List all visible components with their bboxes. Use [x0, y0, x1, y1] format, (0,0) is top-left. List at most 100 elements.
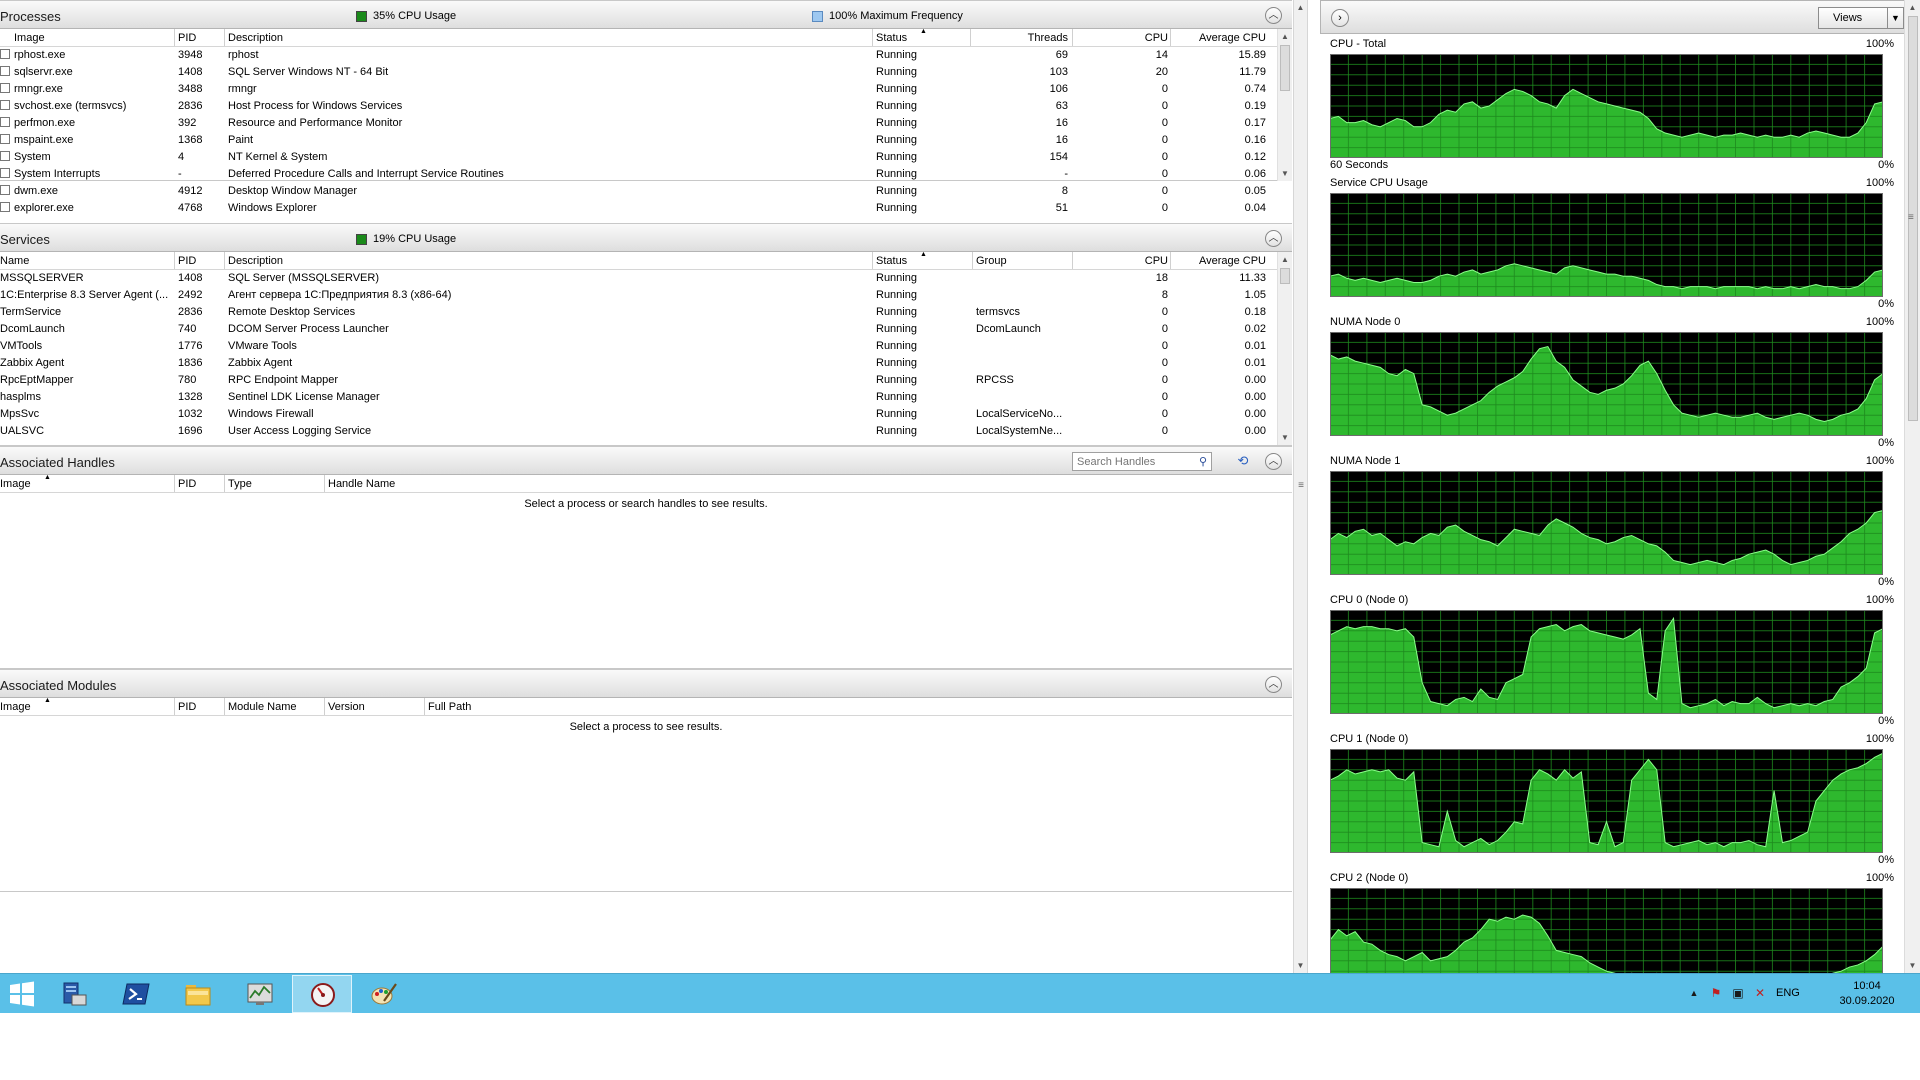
table-row[interactable]: 1C:Enterprise 8.3 Server Agent (... 2492 А…: [0, 287, 1277, 304]
column-separator[interactable]: [872, 252, 873, 269]
modules-col-3[interactable]: Version: [328, 701, 424, 713]
row-checkbox[interactable]: [0, 151, 10, 161]
handles-col-0[interactable]: Image: [0, 478, 170, 490]
processes-header[interactable]: Processes 35% CPU Usage 100% Maximum Fre…: [0, 0, 1292, 29]
left-pane-scrollbar[interactable]: ▲ ≡ ▼: [1293, 0, 1308, 973]
modules-col-1[interactable]: PID: [178, 701, 224, 713]
action-center-icon[interactable]: ⚑: [1708, 985, 1724, 1001]
table-row[interactable]: sqlservr.exe 1408 SQL Server Windows NT - …: [0, 64, 1277, 81]
table-row[interactable]: UALSVC 1696 User Access Logging Service Run…: [0, 423, 1277, 440]
processes-scrollbar[interactable]: ▲ ▼: [1277, 29, 1292, 181]
table-row[interactable]: rmngr.exe 3488 rmngr Running 106 0 0.74: [0, 81, 1277, 98]
services-col-5[interactable]: CPU: [1076, 255, 1168, 267]
column-separator[interactable]: [224, 698, 225, 715]
row-checkbox[interactable]: [0, 185, 10, 195]
processes-scroll-thumb[interactable]: [1280, 45, 1290, 91]
table-row[interactable]: svchost.exe (termsvcs) 2836 Host Process f…: [0, 98, 1277, 115]
processes-col-0[interactable]: Image: [14, 32, 174, 44]
column-separator[interactable]: [424, 698, 425, 715]
collapse-services-icon[interactable]: ︿: [1265, 230, 1282, 247]
services-col-1[interactable]: PID: [178, 255, 224, 267]
taskbar-paint[interactable]: [354, 975, 414, 1013]
scroll-up-icon[interactable]: ▲: [1278, 252, 1292, 267]
table-row[interactable]: mspaint.exe 1368 Paint Running 16 0 0.16: [0, 132, 1277, 149]
services-col-0[interactable]: Name: [0, 255, 172, 267]
table-row[interactable]: explorer.exe 4768 Windows Explorer Running 5…: [0, 200, 1277, 217]
processes-col-5[interactable]: CPU: [1076, 32, 1168, 44]
column-separator[interactable]: [972, 252, 973, 269]
table-row[interactable]: VMTools 1776 VMware Tools Running 0 0.01: [0, 338, 1277, 355]
processes-col-6[interactable]: Average CPU: [1174, 32, 1266, 44]
table-row[interactable]: hasplms 1328 Sentinel LDK License Manager R…: [0, 389, 1277, 406]
services-header[interactable]: Services 19% CPU Usage ︿: [0, 223, 1292, 252]
services-scrollbar[interactable]: ▲ ▼: [1277, 252, 1292, 445]
column-separator[interactable]: [324, 475, 325, 492]
taskbar-file-explorer[interactable]: [168, 975, 228, 1013]
search-icon[interactable]: ⚲: [1199, 455, 1207, 468]
table-row[interactable]: System Interrupts - Deferred Procedure Cal…: [0, 166, 1277, 183]
column-separator[interactable]: [224, 475, 225, 492]
scroll-down-icon[interactable]: ▼: [1294, 958, 1307, 973]
row-checkbox[interactable]: [0, 134, 10, 144]
services-col-4[interactable]: Group: [976, 255, 1070, 267]
scroll-up-icon[interactable]: ▲: [1294, 0, 1307, 15]
table-row[interactable]: Zabbix Agent 1836 Zabbix Agent Running 0 0.01: [0, 355, 1277, 372]
table-row[interactable]: System 4 NT Kernel & System Running 154 0 0.12: [0, 149, 1277, 166]
scroll-down-icon[interactable]: ▼: [1278, 430, 1292, 445]
table-row[interactable]: MpsSvc 1032 Windows Firewall Running LocalSe…: [0, 406, 1277, 423]
search-handles-input[interactable]: [1073, 453, 1183, 470]
row-checkbox[interactable]: [0, 49, 10, 59]
network-icon[interactable]: ▣: [1730, 985, 1746, 1001]
row-checkbox[interactable]: [0, 83, 10, 93]
handles-col-2[interactable]: Type: [228, 478, 324, 490]
scroll-down-icon[interactable]: ▼: [1278, 166, 1292, 181]
input-language[interactable]: ENG: [1776, 987, 1800, 999]
handles-col-1[interactable]: PID: [178, 478, 224, 490]
modules-col-4[interactable]: Full Path: [428, 701, 728, 713]
row-checkbox[interactable]: [0, 100, 10, 110]
modules-header[interactable]: Associated Modules ︿: [0, 669, 1292, 698]
scroll-up-icon[interactable]: ▲: [1905, 0, 1920, 15]
search-handles-box[interactable]: ⚲: [1072, 452, 1212, 471]
column-separator[interactable]: [1170, 252, 1171, 269]
row-checkbox[interactable]: [0, 117, 10, 127]
clock[interactable]: 10:04 30.09.2020: [1832, 979, 1902, 1009]
taskbar-powershell[interactable]: [106, 975, 166, 1013]
processes-col-2[interactable]: Description: [228, 32, 868, 44]
column-separator[interactable]: [1170, 29, 1171, 46]
handles-col-3[interactable]: Handle Name: [328, 478, 628, 490]
table-row[interactable]: dwm.exe 4912 Desktop Window Manager Running…: [0, 183, 1277, 200]
column-separator[interactable]: [224, 29, 225, 46]
table-row[interactable]: rphost.exe 3948 rphost Running 69 14 15.89: [0, 47, 1277, 64]
column-separator[interactable]: [970, 29, 971, 46]
taskbar-performance-monitor[interactable]: [292, 975, 352, 1013]
processes-col-4[interactable]: Threads: [974, 32, 1068, 44]
taskbar-resource-monitor[interactable]: [230, 975, 290, 1013]
table-row[interactable]: DcomLaunch 740 DCOM Server Process Launche…: [0, 321, 1277, 338]
column-separator[interactable]: [174, 252, 175, 269]
scroll-up-icon[interactable]: ▲: [1278, 29, 1292, 44]
handles-header[interactable]: Associated Handles ⚲ ⟲ ︿: [0, 446, 1292, 475]
volume-icon[interactable]: ✕: [1752, 985, 1768, 1001]
graph-pane-scrollbar[interactable]: ▲ ≡ ▼: [1904, 0, 1920, 973]
modules-col-2[interactable]: Module Name: [228, 701, 324, 713]
column-separator[interactable]: [224, 252, 225, 269]
table-row[interactable]: TermService 2836 Remote Desktop Services Ru…: [0, 304, 1277, 321]
column-separator[interactable]: [872, 29, 873, 46]
collapse-processes-icon[interactable]: ︿: [1265, 7, 1282, 24]
column-separator[interactable]: [324, 698, 325, 715]
row-checkbox[interactable]: [0, 168, 10, 178]
taskbar-server-manager[interactable]: [44, 975, 104, 1013]
views-dropdown[interactable]: Views ▼: [1818, 7, 1904, 29]
show-hidden-icons-icon[interactable]: ▲: [1686, 985, 1702, 1001]
splitter-grip-icon[interactable]: ≡: [1296, 480, 1306, 491]
collapse-modules-icon[interactable]: ︿: [1265, 676, 1282, 693]
services-scroll-thumb[interactable]: [1280, 268, 1290, 284]
row-checkbox[interactable]: [0, 202, 10, 212]
column-separator[interactable]: [174, 29, 175, 46]
collapse-handles-icon[interactable]: ︿: [1265, 453, 1282, 470]
expand-pane-icon[interactable]: ›: [1331, 9, 1349, 27]
table-row[interactable]: perfmon.exe 392 Resource and Performance M…: [0, 115, 1277, 132]
row-checkbox[interactable]: [0, 66, 10, 76]
scroll-down-icon[interactable]: ▼: [1905, 958, 1920, 973]
